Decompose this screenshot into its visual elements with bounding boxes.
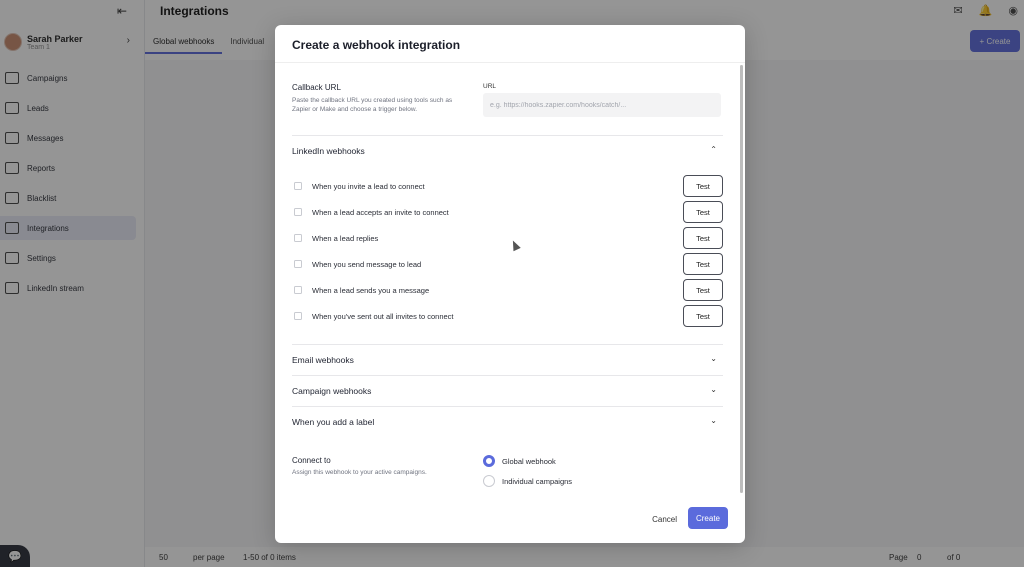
connect-to-label: Connect to [292,456,331,465]
url-label: URL [483,83,497,90]
radio-unselected[interactable] [483,475,495,487]
webhook-row: When a lead accepts an invite to connect… [292,201,723,223]
test-button[interactable]: Test [683,305,723,327]
webhook-label: When a lead replies [312,234,379,243]
webhook-row: When you send message to lead Test [292,253,723,275]
webhook-row: When you've sent out all invites to conn… [292,305,723,327]
webhook-checkbox[interactable] [294,182,302,190]
radio-global-webhook[interactable]: Global webhook [483,454,556,468]
connect-to-description: Assign this webhook to your active campa… [292,469,427,476]
webhook-label: When you invite a lead to connect [312,182,425,191]
email-webhooks-title[interactable]: Email webhooks [292,355,354,365]
campaign-webhooks-title[interactable]: Campaign webhooks [292,386,371,396]
webhook-checkbox[interactable] [294,208,302,216]
divider [292,135,723,136]
chevron-down-icon[interactable]: ⌄ [710,385,717,394]
test-button[interactable]: Test [683,227,723,249]
url-input[interactable] [483,93,721,117]
webhook-checkbox[interactable] [294,260,302,268]
radio-label: Global webhook [502,456,556,466]
modal-footer: Cancel Create [275,503,745,543]
webhook-checkbox[interactable] [294,234,302,242]
radio-selected[interactable] [483,455,495,467]
test-button[interactable]: Test [683,201,723,223]
radio-individual-campaigns[interactable]: Individual campaigns [483,474,572,488]
webhook-checkbox[interactable] [294,286,302,294]
callback-url-description: Paste the callback URL you created using… [292,97,453,113]
create-button[interactable]: Create [688,507,728,529]
scrollbar-thumb[interactable] [740,65,743,493]
webhook-checkbox[interactable] [294,312,302,320]
modal-title: Create a webhook integration [292,38,461,52]
test-button[interactable]: Test [683,253,723,275]
webhook-label: When a lead accepts an invite to connect [312,208,449,217]
test-button[interactable]: Test [683,175,723,197]
webhook-row: When you invite a lead to connect Test [292,175,723,197]
webhook-row: When a lead replies Test [292,227,723,249]
chevron-down-icon[interactable]: ⌄ [710,354,717,363]
cancel-button[interactable]: Cancel [652,515,677,524]
divider [292,406,723,407]
webhook-label: When you've sent out all invites to conn… [312,312,454,321]
chevron-down-icon[interactable]: ⌄ [710,416,717,425]
webhook-label: When you send message to lead [312,260,422,269]
label-webhooks-title[interactable]: When you add a label [292,417,374,427]
divider [292,375,723,376]
divider [292,344,723,345]
callback-url-label: Callback URL [292,83,341,92]
linkedin-webhooks-title[interactable]: LinkedIn webhooks [292,146,365,156]
webhook-row: When a lead sends you a message Test [292,279,723,301]
modal-header: Create a webhook integration [275,25,745,63]
test-button[interactable]: Test [683,279,723,301]
webhook-label: When a lead sends you a message [312,286,430,295]
radio-label: Individual campaigns [502,476,573,486]
chevron-up-icon[interactable]: ⌃ [710,145,717,154]
create-webhook-modal: Create a webhook integration Callback UR… [275,25,745,543]
